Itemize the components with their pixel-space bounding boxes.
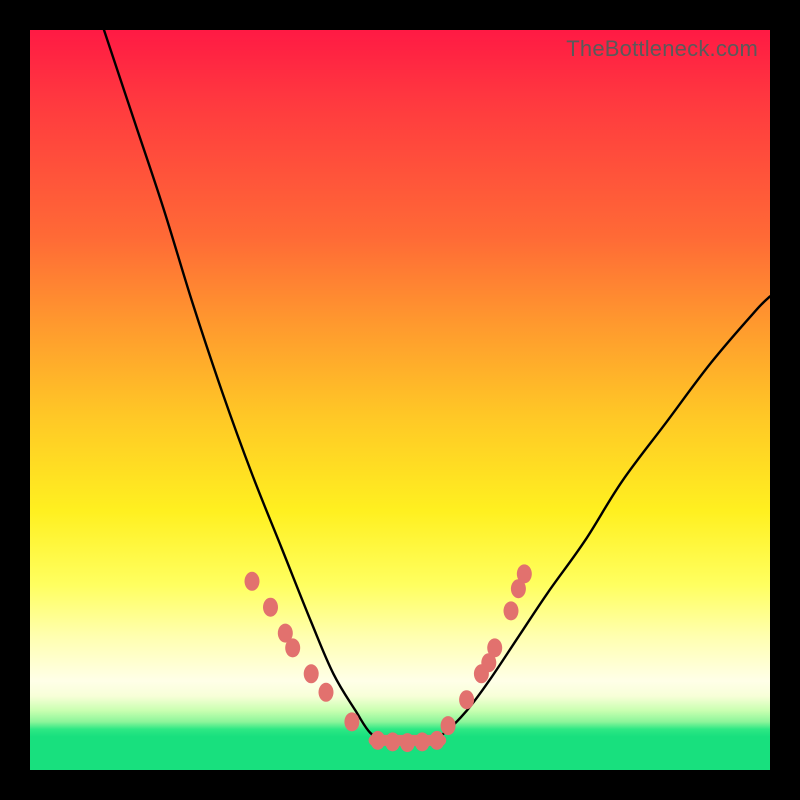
data-marker <box>304 664 319 683</box>
data-marker <box>487 638 502 657</box>
data-marker <box>430 731 445 750</box>
data-marker <box>370 731 385 750</box>
data-marker <box>400 733 415 752</box>
data-marker <box>245 572 260 591</box>
data-marker <box>459 690 474 709</box>
markers-group <box>245 564 532 752</box>
data-marker <box>441 716 456 735</box>
data-marker <box>285 638 300 657</box>
chart-svg <box>30 30 770 770</box>
chart-frame: TheBottleneck.com <box>0 0 800 800</box>
data-marker <box>504 601 519 620</box>
data-marker <box>517 564 532 583</box>
data-marker <box>385 732 400 751</box>
data-marker <box>415 732 430 751</box>
data-marker <box>319 683 334 702</box>
data-marker <box>263 598 278 617</box>
plot-area: TheBottleneck.com <box>30 30 770 770</box>
data-marker <box>344 712 359 731</box>
curve-left <box>104 30 385 740</box>
